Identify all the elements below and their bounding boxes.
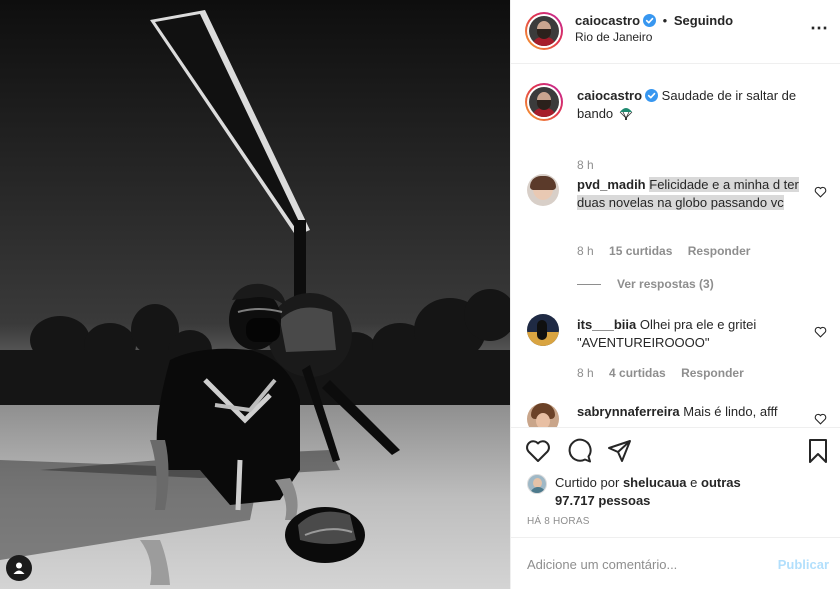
likes-prefix: Curtido por — [555, 475, 620, 490]
publish-button[interactable]: Publicar — [778, 557, 829, 572]
share-send-icon[interactable] — [607, 438, 633, 464]
comment-meta: 8 h 4 curtidas Responder — [577, 366, 756, 380]
like-comment-heart-icon[interactable] — [814, 186, 827, 198]
caption-text: caiocastro Saudade de ir saltar de bando — [577, 87, 807, 123]
post-location[interactable]: Rio de Janeiro — [575, 30, 652, 44]
replies-divider — [577, 284, 601, 286]
reply-button[interactable]: Responder — [688, 244, 751, 258]
view-replies-label: Ver respostas (3) — [617, 277, 714, 291]
parachute-icon — [619, 108, 633, 120]
like-heart-icon[interactable] — [525, 438, 551, 464]
comment-likes[interactable]: 15 curtidas — [609, 244, 672, 258]
post-timestamp[interactable]: HÁ 8 HORAS — [527, 516, 590, 527]
caption-username[interactable]: caiocastro — [577, 88, 642, 103]
comment-text: its___biia Olhei pra ele e gritei "AVENT… — [577, 316, 807, 352]
comment-time[interactable]: 8 h — [577, 244, 594, 258]
save-bookmark-icon[interactable] — [805, 438, 831, 464]
post-photo[interactable] — [0, 0, 510, 589]
comment-time[interactable]: 8 h — [577, 366, 594, 380]
liker-avatar[interactable] — [527, 474, 547, 494]
caption-row: caiocastro Saudade de ir saltar de bando… — [525, 83, 827, 172]
verified-badge-icon — [643, 14, 657, 27]
post-side-panel: caiocastro • Seguindo Rio de Janeiro ⋯ c… — [510, 0, 840, 589]
commenter-username[interactable]: its___biia — [577, 317, 636, 332]
verified-badge-icon — [645, 89, 659, 102]
author-username[interactable]: caiocastro — [575, 13, 640, 28]
comments-list[interactable]: caiocastro Saudade de ir saltar de bando… — [511, 65, 840, 427]
likes-conj: e — [690, 475, 698, 490]
comment-body: Mais é lindo, afff — [683, 404, 778, 419]
commenter-avatar[interactable] — [527, 403, 559, 427]
add-comment-input[interactable] — [527, 552, 757, 576]
like-comment-heart-icon[interactable] — [814, 413, 827, 425]
more-options-icon[interactable]: ⋯ — [810, 18, 829, 39]
like-comment-heart-icon[interactable] — [814, 326, 827, 338]
reply-button[interactable]: Responder — [681, 366, 744, 380]
comment-text: sabrynnaferreira Mais é lindo, afff — [577, 403, 807, 421]
likes-text: Curtido por shelucaua e outras 97.717 pe… — [555, 474, 755, 510]
commenter-avatar[interactable] — [527, 314, 559, 346]
liker-username[interactable]: shelucaua — [623, 475, 687, 490]
commenter-avatar[interactable] — [527, 174, 559, 206]
comment-item: sabrynnaferreira Mais é lindo, afff — [527, 403, 827, 427]
comment-icon[interactable] — [566, 438, 592, 464]
commenter-username[interactable]: pvd_madih — [577, 177, 646, 192]
comment-likes[interactable]: 4 curtidas — [609, 366, 666, 380]
follow-status-button[interactable]: Seguindo — [674, 13, 733, 28]
caption-meta: 8 h — [577, 158, 606, 172]
caption-author-avatar[interactable] — [525, 83, 563, 121]
photo-image — [0, 0, 510, 589]
commenter-username[interactable]: sabrynnaferreira — [577, 404, 680, 419]
view-replies-button[interactable]: Ver respostas (3) — [577, 277, 714, 291]
tagged-user-button[interactable] — [6, 555, 32, 581]
comment-text: pvd_madih Felicidade e a minha d ter dua… — [577, 176, 807, 212]
comment-item: its___biia Olhei pra ele e gritei "AVENT… — [527, 314, 827, 394]
post-actions: Curtido por shelucaua e outras 97.717 pe… — [511, 427, 840, 537]
comment-item: pvd_madih Felicidade e a minha d ter dua… — [527, 174, 827, 294]
author-avatar[interactable] — [525, 12, 563, 50]
post-header: caiocastro • Seguindo Rio de Janeiro ⋯ — [511, 0, 840, 64]
caption-time[interactable]: 8 h — [577, 158, 594, 172]
separator-dot: • — [662, 13, 668, 28]
add-comment-bar: Publicar — [511, 537, 840, 589]
comment-meta: 8 h 15 curtidas Responder — [577, 244, 762, 258]
user-icon — [13, 562, 25, 574]
